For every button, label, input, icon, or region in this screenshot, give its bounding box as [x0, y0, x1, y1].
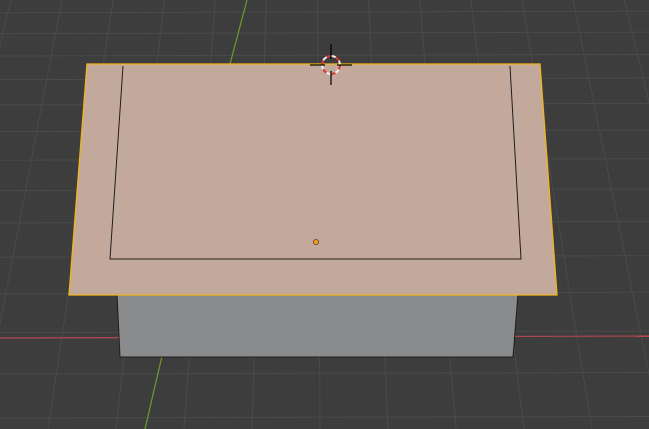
3d-viewport[interactable]: [0, 0, 649, 429]
selected-top-face[interactable]: [68, 63, 558, 296]
box-side-face[interactable]: [117, 294, 518, 357]
object-origin-point: [313, 239, 319, 245]
viewport-canvas[interactable]: [0, 0, 649, 429]
